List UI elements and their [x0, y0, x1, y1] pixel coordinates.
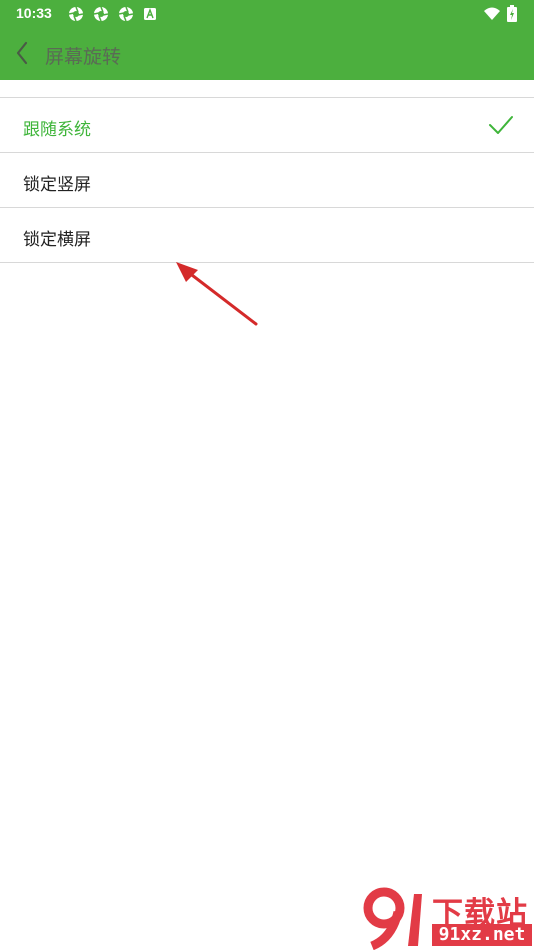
battery-icon	[507, 5, 517, 22]
status-time: 10:33	[16, 5, 52, 21]
rotation-options-list: 跟随系统 锁定竖屏 锁定横屏	[0, 97, 534, 263]
watermark-url: 91xz.net	[432, 924, 532, 946]
option-label: 锁定横屏	[23, 230, 91, 250]
watermark: 下载站 91xz.net	[362, 886, 534, 950]
option-lock-portrait[interactable]: 锁定竖屏	[0, 153, 534, 208]
camera-aperture-icon	[93, 6, 109, 22]
camera-aperture-icon	[68, 6, 84, 22]
option-follow-system[interactable]: 跟随系统	[0, 98, 534, 153]
app-bar: 屏幕旋转	[0, 27, 534, 80]
checkmark-icon	[489, 116, 513, 134]
camera-aperture-icon	[118, 6, 134, 22]
back-button[interactable]	[10, 38, 38, 68]
option-label: 锁定竖屏	[23, 175, 91, 195]
option-lock-landscape[interactable]: 锁定横屏	[0, 208, 534, 263]
status-bar: 10:33	[0, 0, 534, 27]
site-logo-icon	[363, 887, 422, 950]
a-badge-icon	[144, 8, 156, 20]
chevron-left-icon	[16, 41, 28, 65]
wifi-icon	[484, 7, 500, 20]
option-label: 跟随系统	[23, 120, 91, 140]
annotation-arrow	[176, 262, 258, 326]
page-title: 屏幕旋转	[45, 46, 122, 68]
